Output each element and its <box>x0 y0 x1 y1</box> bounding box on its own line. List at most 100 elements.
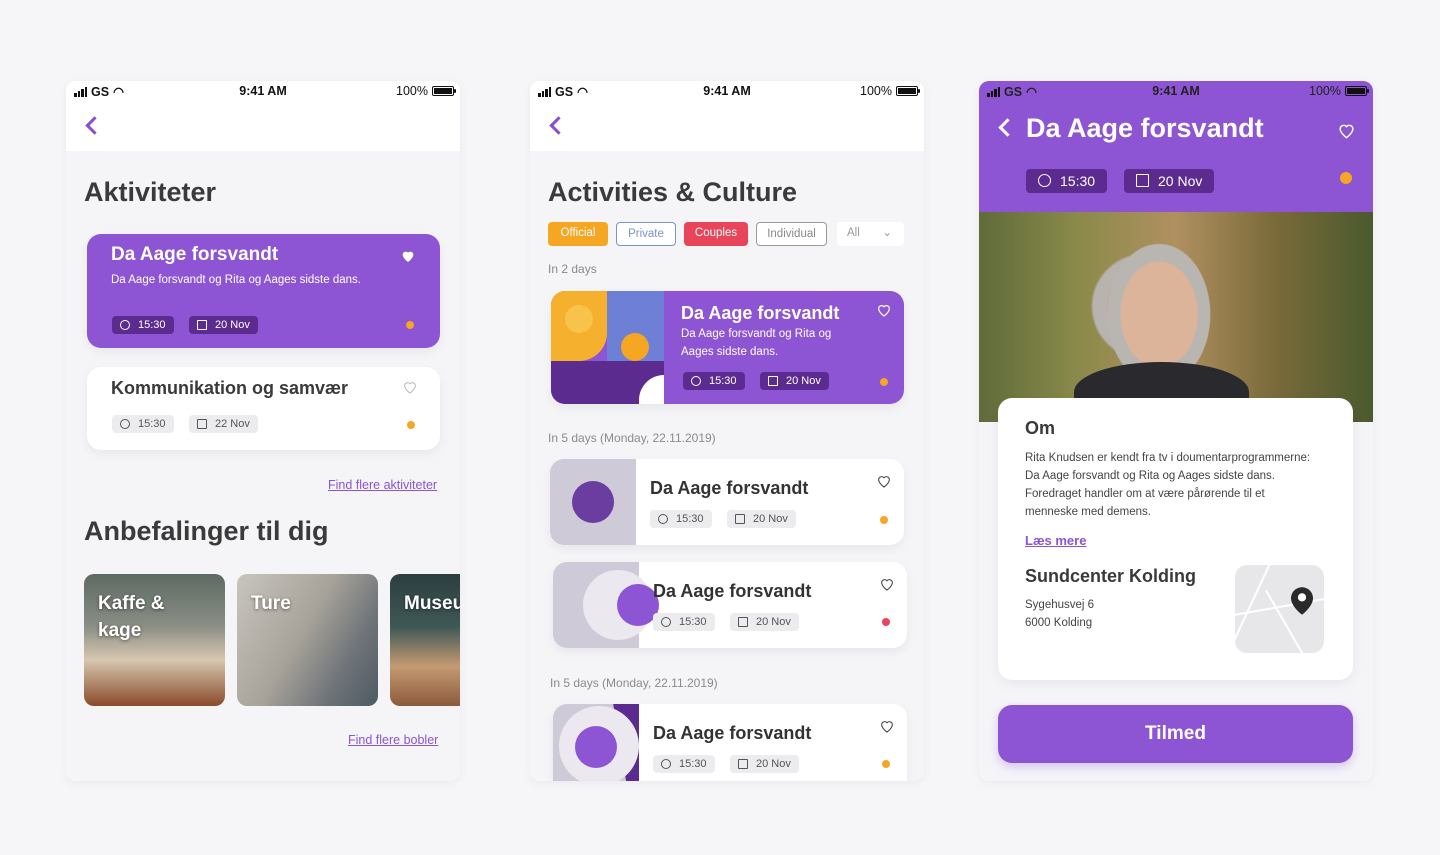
chevron-down-icon: ⌄ <box>882 227 892 239</box>
venue-address-line2: 6000 Kolding <box>1025 617 1093 629</box>
detail-header: GS ◠ 9:41 AM 100% Da Aage forsvandt 15:30… <box>979 81 1373 212</box>
filter-select[interactable]: All ⌄ <box>837 222 904 246</box>
heart-outline-icon[interactable] <box>879 576 895 592</box>
featured-activity-card[interactable]: Da Aage forsvandt Da Aage forsvandt og R… <box>87 234 440 348</box>
battery-percent: 100% <box>1309 84 1341 98</box>
heart-outline-icon[interactable] <box>1337 121 1356 140</box>
battery-icon <box>1345 86 1369 96</box>
filter-select-value: All <box>847 227 860 239</box>
recommendation-label: Museu <box>404 593 460 614</box>
activity-card[interactable]: Da Aage forsvandt 15:30 20 Nov <box>553 704 907 781</box>
featured-activity-card[interactable]: Da Aage forsvandt Da Aage forsvandt og R… <box>551 291 904 404</box>
activity-card[interactable]: Da Aage forsvandt 15:30 20 Nov <box>550 459 904 545</box>
recommendation-card[interactable]: Museu <box>390 574 460 706</box>
card-title: Da Aage forsvandt <box>650 478 809 498</box>
date-chip: 20 Nov <box>189 316 258 334</box>
date-chip: 20 Nov <box>730 755 799 773</box>
status-bar: GS ◠ 9:41 AM 100% <box>66 81 460 103</box>
clock-icon <box>661 617 671 627</box>
heart-outline-icon[interactable] <box>876 302 892 318</box>
date-chip: 20 Nov <box>1124 169 1215 193</box>
status-bar: GS ◠ 9:41 AM 100% <box>530 81 924 103</box>
nav-bar: GS ◠ 9:41 AM 100% <box>66 81 460 151</box>
activity-illustration <box>551 291 664 404</box>
battery-icon <box>896 86 920 96</box>
status-dot <box>1340 172 1352 184</box>
heart-outline-icon[interactable] <box>876 473 892 489</box>
find-more-bubbles-link[interactable]: Find flere bobler <box>348 733 438 747</box>
page-title: Aktiviteter <box>84 177 217 207</box>
filter-private[interactable]: Private <box>616 222 676 246</box>
calendar-icon <box>768 376 778 386</box>
signup-button[interactable]: Tilmed <box>998 705 1353 763</box>
activity-card[interactable]: Da Aage forsvandt 15:30 20 Nov <box>553 562 907 648</box>
back-button[interactable] <box>80 113 104 137</box>
date-chip: 20 Nov <box>730 613 799 631</box>
speaker-photo <box>979 212 1373 422</box>
date-chip: 20 Nov <box>760 372 829 390</box>
clock-icon <box>1038 174 1051 187</box>
read-more-link[interactable]: Læs mere <box>1025 533 1086 548</box>
venue-name: Sundcenter Kolding <box>1025 566 1196 586</box>
status-dot <box>407 421 415 429</box>
filter-individual[interactable]: Individual <box>756 222 827 246</box>
status-dot <box>882 760 890 768</box>
about-text: Rita Knudsen er kendt fra tv i doumentar… <box>1025 452 1311 518</box>
status-dot <box>880 378 888 386</box>
section-label: In 5 days (Monday, 22.11.2019) <box>548 431 716 445</box>
back-button[interactable] <box>544 113 568 137</box>
clock-icon <box>120 320 130 330</box>
nav-bar: GS ◠ 9:41 AM 100% <box>530 81 924 151</box>
detail-title: Da Aage forsvandt <box>1026 113 1264 143</box>
section-label: In 5 days (Monday, 22.11.2019) <box>550 676 718 690</box>
section-label: In 2 days <box>548 262 597 276</box>
clock-icon <box>658 514 668 524</box>
phone-screen-activity-detail: GS ◠ 9:41 AM 100% Da Aage forsvandt 15:30… <box>979 81 1373 781</box>
time-chip: 15:30 <box>650 510 712 528</box>
calendar-icon <box>197 320 207 330</box>
time-chip: 15:30 <box>653 613 715 631</box>
map-pin-icon <box>1291 587 1313 615</box>
chevron-left-icon <box>85 116 104 135</box>
activity-thumbnail <box>553 562 659 648</box>
heart-outline-icon[interactable] <box>879 718 895 734</box>
battery-percent: 100% <box>396 84 428 98</box>
calendar-icon <box>738 759 748 769</box>
calendar-icon <box>738 617 748 627</box>
heart-icon[interactable] <box>400 248 416 264</box>
date-chip: 22 Nov <box>189 415 258 433</box>
battery-percent: 100% <box>860 84 892 98</box>
venue-map-thumbnail[interactable] <box>1235 565 1324 653</box>
time-chip: 15:30 <box>1026 169 1108 193</box>
activity-thumbnail <box>553 704 639 781</box>
phone-screen-activities: GS ◠ 9:41 AM 100% Activities & Culture Of… <box>530 81 924 781</box>
recommendation-label: Kaffe & kage <box>98 593 165 641</box>
clock-icon <box>120 419 130 429</box>
about-card: Om Rita Knudsen er kendt fra tv i doumen… <box>998 398 1353 680</box>
status-dot <box>406 321 414 329</box>
calendar-icon <box>735 514 745 524</box>
about-heading: Om <box>1025 418 1056 438</box>
card-title: Da Aage forsvandt <box>653 581 812 601</box>
battery-icon <box>432 86 456 96</box>
filter-official[interactable]: Official <box>548 222 608 246</box>
chevron-left-icon <box>549 116 568 135</box>
recommendation-card[interactable]: Kaffe & kage <box>84 574 225 706</box>
find-more-activities-link[interactable]: Find flere aktiviteter <box>328 478 437 492</box>
phone-screen-aktiviteter: GS ◠ 9:41 AM 100% Aktiviteter Da Aage for… <box>66 81 460 781</box>
recommendation-card[interactable]: Ture <box>237 574 378 706</box>
chevron-left-icon <box>998 118 1017 137</box>
activity-card[interactable]: Kommunikation og samvær 15:30 22 Nov <box>87 367 440 450</box>
activity-thumbnail <box>550 459 636 545</box>
recommendation-label: Ture <box>251 593 291 614</box>
card-title: Da Aage forsvandt <box>111 244 279 265</box>
filter-couples[interactable]: Couples <box>684 222 748 246</box>
venue-address-line1: Sygehusvej 6 <box>1025 599 1095 611</box>
card-title: Da Aage forsvandt <box>681 303 840 323</box>
card-title: Da Aage forsvandt <box>653 723 812 743</box>
time-chip: 15:30 <box>112 316 174 334</box>
calendar-icon <box>1136 174 1149 187</box>
back-button[interactable] <box>993 115 1017 139</box>
date-chip: 20 Nov <box>727 510 796 528</box>
heart-outline-icon[interactable] <box>402 379 418 395</box>
